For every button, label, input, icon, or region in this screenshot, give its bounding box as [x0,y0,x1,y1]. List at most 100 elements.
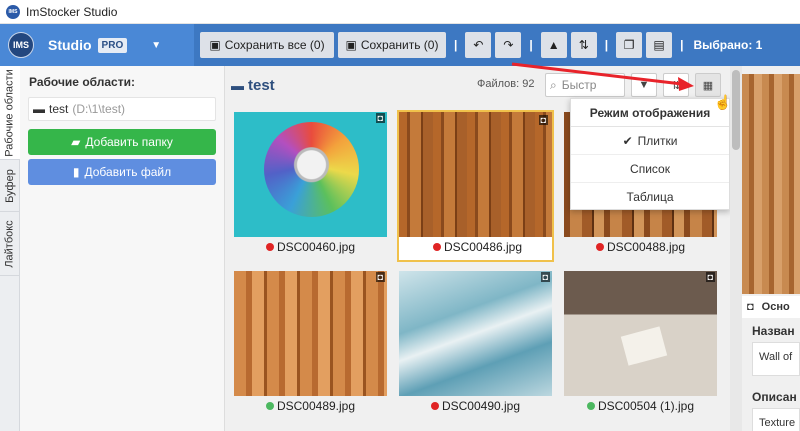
brand-logo-icon: IMS [8,32,34,58]
view-mode-table-label: Таблица [626,190,674,204]
image-tile[interactable]: ◘ DSC00489.jpg [232,269,389,421]
toolbar-divider: | [604,38,609,52]
sort-alpha-icon: ⇅ [578,38,589,52]
workspaces-heading: Рабочие области: [29,75,135,89]
search-placeholder: Быстр [561,78,597,92]
tile-filename: DSC00488.jpg [606,240,686,254]
redo-icon: ↷ [503,38,514,52]
tile-thumbnail [234,112,387,237]
image-tile[interactable]: ◘ DSC00504 (1).jpg [562,269,719,421]
status-dot [432,243,441,251]
paste-button[interactable]: ▤ [646,32,673,58]
view-mode-table-option[interactable]: Таблица [571,183,729,211]
chevron-down-icon: ▼ [151,39,162,51]
tile-caption: DSC00486.jpg [399,240,556,254]
save-all-button[interactable]: ▣ Сохранить все (0) [200,32,334,58]
tile-filename: DSC00460.jpg [276,240,356,254]
brand-switcher[interactable]: IMS Studio PRO ▼ [0,24,194,66]
save-button[interactable]: ▣ Сохранить (0) [338,32,446,58]
top-toolbar: IMS Studio PRO ▼ ▣ Сохранить все (0) ▣ С… [0,24,800,66]
tile-thumbnail [234,271,387,396]
save-all-label: Сохранить все (0) [224,38,325,52]
workspace-item[interactable]: ▬ test (D:\1\test) [28,97,216,121]
title-field[interactable]: Wall of [752,342,800,376]
thumbnail-content [264,122,359,217]
file-icon: ▮ [72,165,80,179]
undo-button[interactable]: ↶ [465,32,492,58]
add-file-label: Добавить файл [84,165,172,179]
view-mode-menu: Режим отображения ✔ Плитки Список Таблиц… [570,98,730,210]
grid-icon: ▦ [702,79,714,92]
tile-thumbnail [399,271,552,396]
sort-alpha-button[interactable]: ⇅ [570,32,597,58]
tile-filename: DSC00486.jpg [443,240,523,254]
tab-workspaces-label: Рабочие области [4,68,16,157]
description-field[interactable]: Texture [752,408,800,431]
status-dot [265,243,274,251]
folder-icon: ▬ [231,77,244,93]
details-tab-label: Осно [761,301,790,313]
tile-caption: DSC00490.jpg [397,399,554,413]
view-mode-list-label: Список [630,161,670,176]
tab-lightbox[interactable]: Лайтбокс [0,212,20,276]
paste-icon: ▤ [653,38,665,52]
add-file-button[interactable]: ▮ Добавить файл [28,159,216,185]
tile-filename: DSC00489.jpg [276,399,356,413]
copy-button[interactable]: ❐ [616,32,643,58]
tile-thumbnail [399,112,552,237]
tile-filename: DSC00504 (1).jpg [597,399,695,413]
pro-badge: PRO [97,37,128,53]
redo-button[interactable]: ↷ [495,32,522,58]
workspaces-panel: Рабочие области: ▬ test (D:\1\test) ▰ До… [20,66,225,431]
folder-title: test [248,76,275,94]
tiles-scrollbar[interactable] [730,66,742,431]
tab-buffer-label: Буфер [4,168,17,203]
app-logo-icon: IMS [6,4,20,19]
camera-icon: ◘ [705,272,715,282]
files-count: Файлов: 92 [477,78,535,90]
toolbar-divider: | [454,38,458,52]
brand-name: Studio [48,37,92,53]
tile-caption: DSC00488.jpg [562,240,719,254]
vertical-tab-strip: Рабочие области Буфер Лайтбокс [0,66,20,431]
check-icon: ✔ [622,133,633,148]
details-tab-main[interactable]: ◘ Осно [742,296,800,318]
title-label: Назван [752,324,795,338]
road-icon: ▲ [547,38,560,52]
road-tool-button[interactable]: ▲ [540,32,567,58]
status-dot [586,402,595,410]
thumbnail-content [620,326,668,366]
scrollbar-thumb[interactable] [732,70,740,150]
workspace-path: (D:\1\test) [72,102,126,116]
tab-buffer[interactable]: Буфер [0,160,20,212]
tile-caption: DSC00489.jpg [232,399,389,413]
tile-thumbnail [564,271,717,396]
folder-icon: ▬ [33,102,45,116]
toolbar-divider: | [680,38,684,52]
filter-icon: ▼ [638,79,650,91]
details-panel: ◘ Осно Назван Wall of Описан Texture [742,66,800,431]
hand-cursor-icon: ☝ [714,94,732,110]
quick-search-input[interactable]: ⌕ Быстр [545,73,625,97]
image-tile[interactable]: ◘ DSC00486.jpg [397,110,554,262]
camera-icon: ◘ [538,115,548,125]
tab-workspaces[interactable]: Рабочие области [0,66,20,160]
view-mode-list-option[interactable]: Список [571,155,729,183]
status-dot [430,402,439,410]
image-tile[interactable]: ◘ DSC00460.jpg [232,110,389,262]
camera-icon: ◘ [375,113,385,123]
description-value: Texture [759,417,796,429]
copy-icon: ❐ [623,38,635,52]
image-tile[interactable]: ◘ DSC00490.jpg [397,269,554,421]
sort-button[interactable]: ⇅ [663,73,689,97]
view-mode-tiles-option[interactable]: ✔ Плитки [571,127,729,155]
add-folder-button[interactable]: ▰ Добавить папку [28,129,216,155]
sort-icon: ⇅ [671,79,681,92]
camera-icon: ◘ [747,301,754,313]
window-title: ImStocker Studio [26,4,118,19]
save-icon: ▣ [345,38,357,52]
filter-button[interactable]: ▼ [631,73,657,97]
description-label: Описан [752,390,797,404]
tile-caption: DSC00460.jpg [232,240,389,254]
toolbar-divider: | [529,38,533,52]
